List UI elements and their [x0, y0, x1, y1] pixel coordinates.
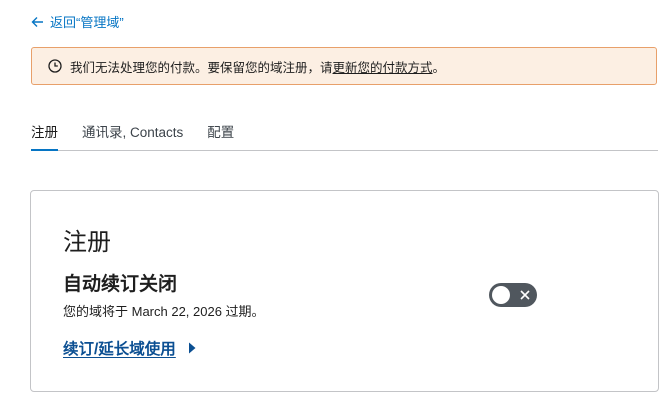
tab-contacts[interactable]: 通讯录, Contacts: [82, 115, 183, 143]
tab-registration[interactable]: 注册: [31, 115, 58, 151]
renew-domain-link[interactable]: 续订/延长域使用: [63, 337, 196, 359]
close-icon: [520, 290, 530, 300]
update-payment-method-link[interactable]: 更新您的付款方式: [333, 57, 433, 76]
tab-configuration[interactable]: 配置: [207, 115, 234, 143]
toggle-knob: [492, 286, 510, 304]
banner-suffix: 。: [432, 60, 446, 75]
auto-renew-heading: 自动续订关闭: [63, 274, 178, 295]
expiry-text: 您的域将于 March 22, 2026 过期。: [63, 304, 265, 319]
registration-card: 注册 自动续订关闭 您的域将于 March 22, 2026 过期。 续订/延长…: [30, 190, 659, 392]
back-to-manage-domains-link[interactable]: 返回“管理域”: [31, 12, 124, 31]
caret-right-icon: [188, 342, 196, 354]
renew-link-label: 续订/延长域使用: [63, 341, 176, 358]
card-title: 注册: [63, 229, 111, 256]
clock-icon: [48, 59, 62, 73]
auto-renew-toggle[interactable]: [489, 283, 537, 307]
arrow-left-icon: [31, 16, 43, 27]
banner-message: 我们无法处理您的付款。要保留您的域注册，请: [70, 60, 333, 75]
domain-tabs: 注册 通讯录, Contacts 配置: [31, 115, 658, 151]
back-link-label: 返回“管理域”: [50, 15, 124, 30]
payment-warning-banner: 我们无法处理您的付款。要保留您的域注册，请 更新您的付款方式。: [31, 47, 657, 85]
domain-registration-page: 返回“管理域” 我们无法处理您的付款。要保留您的域注册，请 更新您的付款方式。 注…: [0, 0, 666, 404]
